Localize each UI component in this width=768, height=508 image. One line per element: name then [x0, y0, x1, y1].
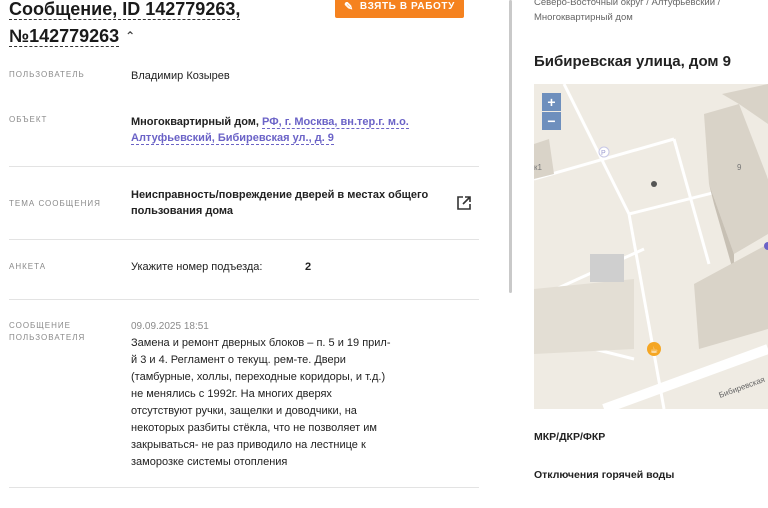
- breadcrumb-line-2[interactable]: Многоквартирный дом: [534, 12, 633, 23]
- breadcrumb: Северо-Восточный округ / Алтуфьевский / …: [534, 0, 768, 25]
- field-value-object: Многоквартирный дом, РФ, г. Москва, вн.т…: [131, 114, 451, 146]
- field-value-topic: Неисправность/повреждение дверей в места…: [131, 187, 441, 219]
- field-label-message: СООБЩЕНИЕ ПОЛЬЗОВАТЕЛЯ: [9, 320, 85, 344]
- message-panel: Сообщение, ID 142779263, №142779263 ⌃ ✎ В…: [0, 0, 510, 508]
- object-type: Многоквартирный дом,: [131, 116, 259, 128]
- map-label-left: к1: [534, 163, 543, 172]
- message-label-1: СООБЩЕНИЕ: [9, 321, 71, 330]
- map-canvas[interactable]: 9 к1 Бибиревская P ☕: [534, 84, 768, 409]
- poi-icon[interactable]: [651, 181, 657, 187]
- info-item-hot-water[interactable]: Отключения горячей воды: [534, 469, 674, 481]
- title-line-1: Сообщение, ID 142779263,: [9, 0, 241, 20]
- field-value-user: Владимир Козырев: [131, 70, 230, 82]
- scrollbar[interactable]: [509, 0, 512, 293]
- field-value-message: 09.09.2025 18:51 Замена и ремонт дверных…: [131, 319, 391, 471]
- breadcrumb-line-1[interactable]: Северо-Восточный округ / Алтуфьевский /: [534, 0, 720, 8]
- message-date: 09.09.2025 18:51: [131, 321, 209, 332]
- topic-line-1: Неисправность/повреждение дверей в места…: [131, 189, 429, 201]
- zoom-out-button[interactable]: −: [542, 112, 561, 130]
- message-text: Замена и ремонт дверных блоков – п. 5 и …: [131, 337, 391, 468]
- chevron-up-icon[interactable]: ⌃: [125, 23, 135, 50]
- survey-answer: 2: [305, 261, 312, 273]
- field-message: СООБЩЕНИЕ ПОЛЬЗОВАТЕЛЯ 09.09.2025 18:51 …: [9, 300, 479, 488]
- zoom-in-button[interactable]: +: [542, 93, 561, 111]
- take-to-work-label: ВЗЯТЬ В РАБОТУ: [359, 1, 455, 12]
- field-user: ПОЛЬЗОВАТЕЛЬ Владимир Козырев: [9, 58, 479, 94]
- message-title: Сообщение, ID 142779263, №142779263 ⌃: [9, 0, 329, 50]
- topic-line-2: пользования дома: [131, 205, 234, 217]
- message-label-2: ПОЛЬЗОВАТЕЛЯ: [9, 333, 86, 342]
- field-label-object: ОБЪЕКТ: [9, 115, 48, 124]
- cafe-icon-glyph: ☕: [650, 346, 658, 356]
- field-label-topic: ТЕМА СООБЩЕНИЯ: [9, 199, 101, 208]
- info-item-repair[interactable]: МКР/ДКР/ФКР: [534, 431, 605, 443]
- field-label-survey: АНКЕТА: [9, 262, 47, 271]
- object-address-link-2[interactable]: Алтуфьевский, Бибиревская ул., д. 9: [131, 132, 334, 145]
- map-label-building: 9: [737, 163, 742, 172]
- map-view[interactable]: 9 к1 Бибиревская P ☕ + −: [534, 84, 768, 409]
- field-survey: АНКЕТА Укажите номер подъезда: 2: [9, 240, 479, 300]
- take-to-work-button[interactable]: ✎ ВЗЯТЬ В РАБОТУ: [335, 0, 464, 18]
- object-address-title: Бибиревская улица, дом 9: [534, 53, 732, 70]
- external-link-icon[interactable]: [456, 195, 472, 211]
- field-object: ОБЪЕКТ Многоквартирный дом, РФ, г. Москв…: [9, 96, 479, 167]
- parking-icon: P: [601, 150, 606, 157]
- title-line-2: №142779263: [9, 26, 120, 47]
- field-label-user: ПОЛЬЗОВАТЕЛЬ: [9, 70, 85, 79]
- map-zoom-controls: + −: [542, 93, 561, 130]
- object-address-link-1[interactable]: РФ, г. Москва, вн.тер.г. м.о.: [262, 116, 409, 129]
- pencil-icon: ✎: [344, 1, 354, 13]
- object-sidebar: Северо-Восточный округ / Алтуфьевский / …: [522, 0, 768, 508]
- survey-question: Укажите номер подъезда:: [131, 261, 263, 273]
- field-topic: ТЕМА СООБЩЕНИЯ Неисправность/повреждение…: [9, 167, 479, 240]
